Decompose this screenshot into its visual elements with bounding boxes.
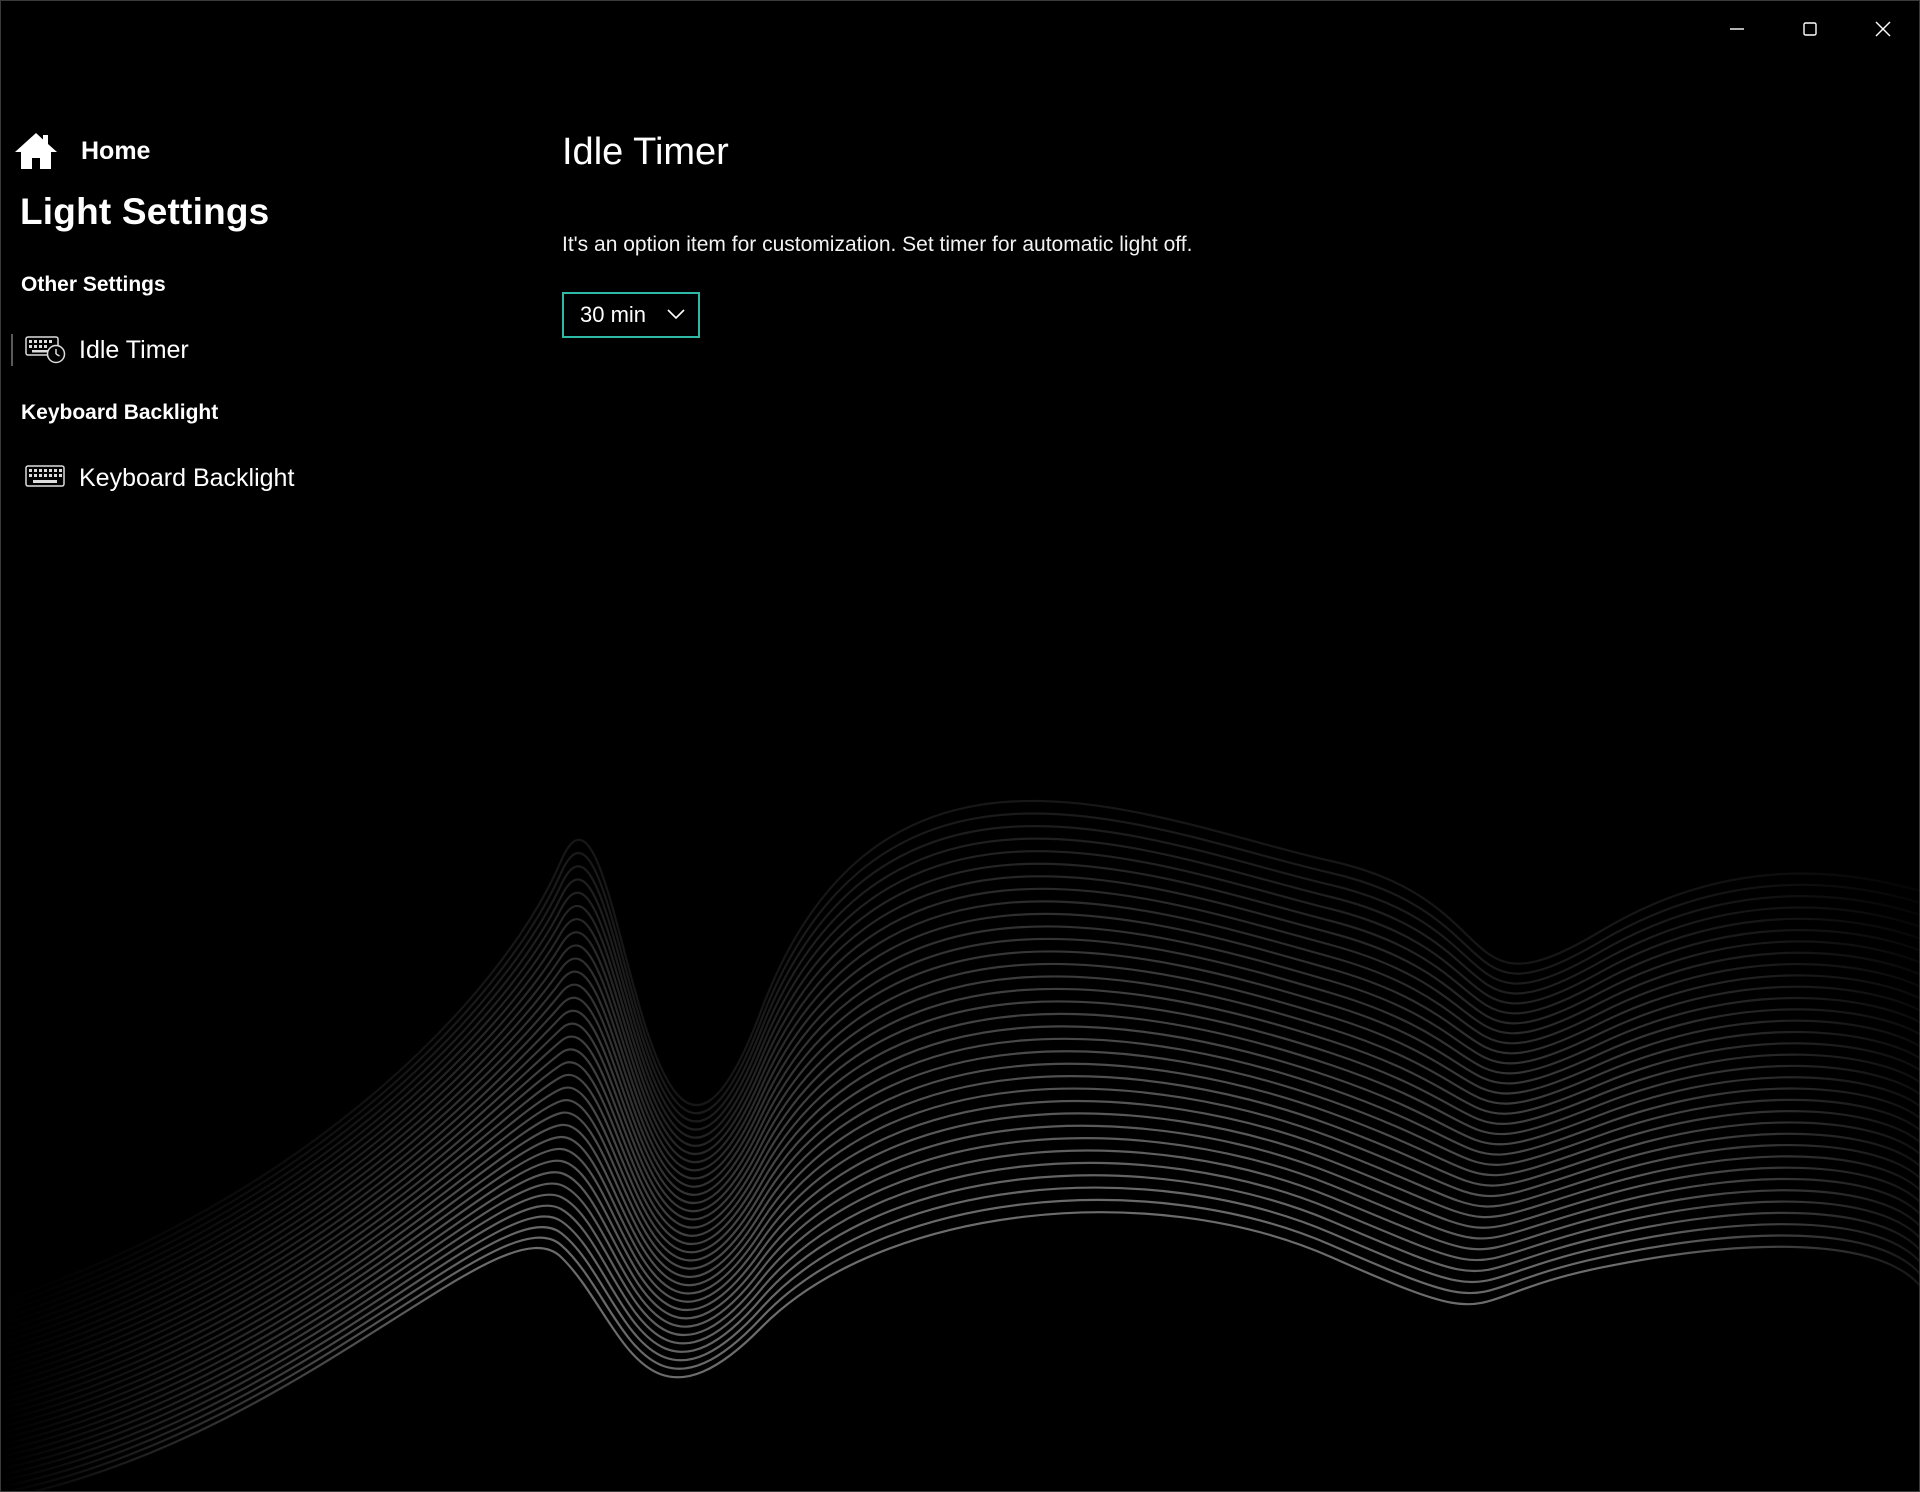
selection-indicator	[11, 334, 13, 366]
home-icon	[15, 133, 57, 169]
sidebar: Home Light Settings Other Settings Idle …	[1, 1, 541, 601]
main-content: Idle Timer It's an option item for custo…	[562, 1, 1862, 601]
page-description: It's an option item for customization. S…	[562, 233, 1193, 256]
chevron-down-icon	[667, 309, 685, 320]
keyboard-timer-icon	[25, 336, 66, 364]
page-title: Idle Timer	[562, 131, 729, 173]
section-heading-other-settings: Other Settings	[21, 273, 166, 296]
section-heading-keyboard-backlight: Keyboard Backlight	[21, 401, 219, 424]
keyboard-icon	[25, 465, 65, 487]
app-window: Home Light Settings Other Settings Idle …	[0, 0, 1920, 1492]
home-label: Home	[81, 136, 151, 165]
sidebar-item-label: Idle Timer	[79, 335, 189, 364]
idle-timer-dropdown[interactable]: 30 min	[562, 292, 700, 338]
sidebar-item-idle-timer[interactable]: Idle Timer	[11, 328, 491, 372]
home-nav-button[interactable]: Home	[13, 129, 150, 173]
app-title: Light Settings	[20, 191, 270, 232]
sidebar-item-keyboard-backlight[interactable]: Keyboard Backlight	[11, 456, 491, 500]
close-icon	[1875, 21, 1890, 37]
dropdown-selected-value: 30 min	[580, 302, 647, 327]
sidebar-item-label: Keyboard Backlight	[79, 463, 295, 492]
